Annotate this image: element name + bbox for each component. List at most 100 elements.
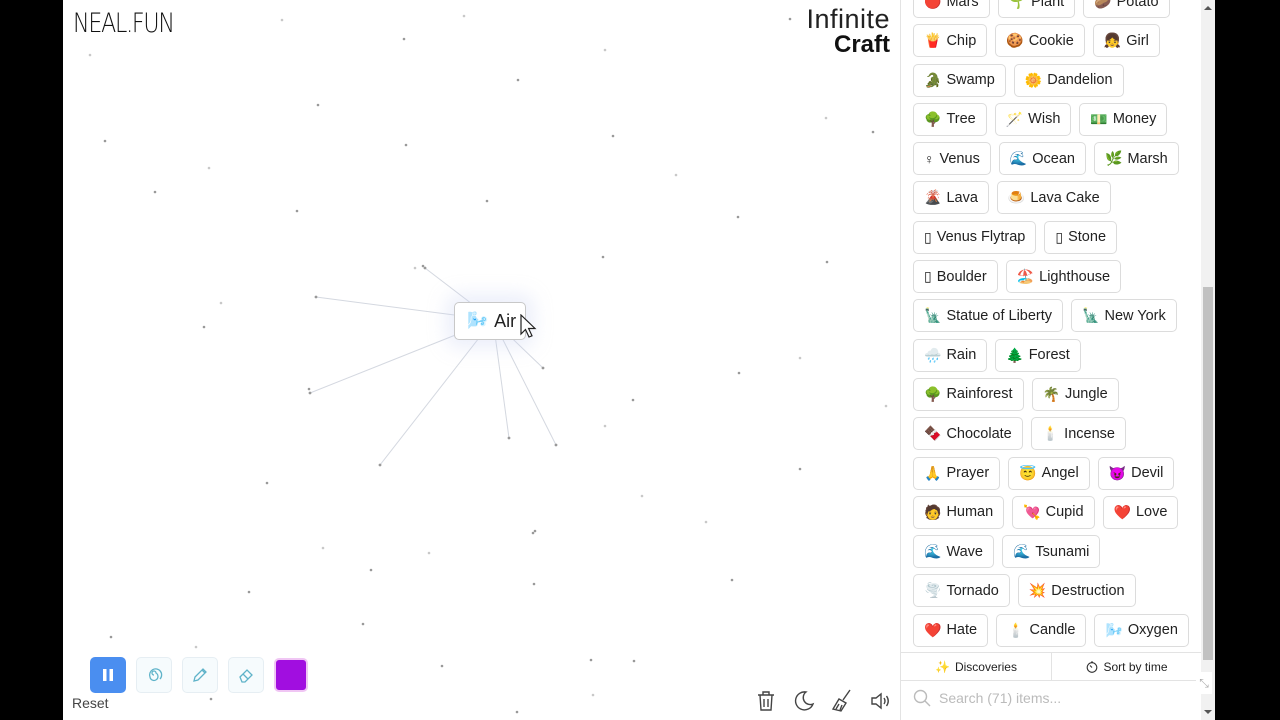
particle-dot (589, 658, 593, 662)
sidebar-item-lava[interactable]: 🌋 Lava (913, 181, 989, 215)
sort-label: Sort by time (1103, 659, 1168, 674)
sort-by-time-button[interactable]: Sort by time (1051, 653, 1201, 680)
sidebar-item-jungle[interactable]: 🌴 Jungle (1031, 377, 1119, 411)
sidebar-item-new-york[interactable]: 🗽 New York (1071, 299, 1177, 333)
scroll-up-arrow-icon[interactable] (1204, 6, 1212, 10)
sidebar-item-marsh[interactable]: 🌿 Marsh (1094, 142, 1179, 176)
sidebar-item-tornado[interactable]: 🌪️ Tornado (913, 574, 1010, 608)
sidebar-item-statue-of-liberty[interactable]: 🗽 Statue of Liberty (913, 299, 1064, 333)
item-emoji-icon: 🍪 (1006, 32, 1024, 49)
sidebar-item-lighthouse[interactable]: 🏖️ Lighthouse (1005, 260, 1122, 294)
pause-button[interactable] (90, 657, 126, 693)
particle-dot (316, 103, 320, 107)
item-emoji-icon: 😈 (1108, 464, 1127, 481)
item-label: Tsunami (1035, 543, 1090, 560)
item-emoji-icon: ❤️ (1113, 503, 1131, 520)
sidebar-item-tree[interactable]: 🌳 Tree (913, 102, 987, 136)
sidebar-item-dandelion[interactable]: 🌼 Dandelion (1013, 63, 1124, 97)
particle-dot (825, 260, 829, 264)
sidebar-item-girl[interactable]: 👧 Girl (1092, 24, 1160, 58)
item-label: Wish (1028, 111, 1061, 128)
sidebar-item-cupid[interactable]: 💘 Cupid (1012, 495, 1095, 529)
particle-dot (631, 398, 635, 402)
sidebar-item-love[interactable]: ❤️ Love (1102, 495, 1179, 529)
sidebar-item-money[interactable]: 💵 Money (1079, 102, 1168, 136)
sidebar-item-hate[interactable]: ❤️ Hate (913, 613, 989, 647)
sidebar-item-mars[interactable]: 🔴 Mars (913, 0, 990, 18)
reset-button[interactable]: Reset (72, 695, 109, 711)
discoveries-button[interactable]: ✨ Discoveries (901, 653, 1051, 680)
sidebar-item-rainforest[interactable]: 🌳 Rainforest (913, 377, 1024, 411)
sidebar-item-lava-cake[interactable]: 🍮 Lava Cake (996, 181, 1111, 215)
item-emoji-icon: ▯ (924, 268, 932, 285)
sidebar-item-angel[interactable]: 😇 Angel (1008, 456, 1090, 490)
broom-icon (831, 689, 851, 712)
pencil-tool-button[interactable] (182, 657, 218, 693)
particle-dot (109, 635, 113, 639)
sound-button[interactable] (869, 688, 891, 714)
sidebar-item-venus-flytrap[interactable]: ▯ Venus Flytrap (913, 220, 1037, 254)
scrollbar-thumb[interactable] (1203, 287, 1213, 660)
dark-mode-button[interactable] (793, 688, 815, 714)
bottom-toolbar (90, 657, 308, 693)
sidebar-scrollbar[interactable] (1201, 0, 1215, 720)
sidebar-item-incense[interactable]: 🕯️ Incense (1030, 417, 1126, 451)
particle-dot (378, 463, 382, 467)
clear-button[interactable] (831, 688, 853, 714)
particle-dot (704, 520, 708, 524)
search-input[interactable] (939, 690, 1179, 706)
sidebar-item-boulder[interactable]: ▯ Boulder (913, 260, 998, 294)
sidebar-item-human[interactable]: 🧑 Human (913, 495, 1005, 529)
sidebar-item-tsunami[interactable]: 🌊 Tsunami (1001, 535, 1101, 569)
sidebar-item-swamp[interactable]: 🐊 Swamp (913, 63, 1006, 97)
sidebar-item-cookie[interactable]: 🍪 Cookie (995, 24, 1085, 58)
sidebar-item-chocolate[interactable]: 🍫 Chocolate (913, 417, 1023, 451)
item-label: Lava Cake (1030, 189, 1100, 206)
neal-fun-logo[interactable]: NEAL.FUN (73, 8, 175, 39)
search-icon (913, 689, 931, 707)
item-label: Oxygen (1127, 622, 1178, 639)
sidebar-item-potato[interactable]: 🥔 Potato (1083, 0, 1170, 18)
eraser-tool-button[interactable] (228, 657, 264, 693)
particle-dot (736, 215, 740, 219)
item-emoji-icon: 🍮 (1007, 189, 1026, 206)
item-emoji-icon: 🏖️ (1016, 268, 1035, 285)
sidebar-tabs: ✨ Discoveries Sort by time (901, 653, 1201, 681)
particle-dot (507, 436, 511, 440)
item-label: Hate (946, 622, 978, 639)
sidebar-item-chip[interactable]: 🍟 Chip (913, 24, 988, 58)
item-label: Devil (1131, 465, 1164, 482)
trash-icon (758, 691, 774, 711)
sidebar-item-ocean[interactable]: 🌊 Ocean (998, 142, 1086, 176)
sidebar-item-wish[interactable]: 🪄 Wish (994, 102, 1072, 136)
sidebar-item-devil[interactable]: 😈 Devil (1097, 456, 1175, 490)
color-picker-button[interactable] (274, 658, 308, 692)
sidebar-item-wave[interactable]: 🌊 Wave (913, 535, 994, 569)
canvas-element-air[interactable]: 🌬️ Air (454, 302, 527, 340)
trash-button[interactable] (755, 688, 777, 714)
sidebar-item-candle[interactable]: 🕯️ Candle (996, 613, 1087, 647)
item-emoji-icon: 🌊 (924, 543, 942, 560)
particle-dot (308, 391, 312, 395)
item-label: Statue of Liberty (946, 307, 1053, 324)
sidebar-item-venus[interactable]: ♀ Venus (913, 142, 991, 176)
eraser-icon (239, 669, 253, 683)
scroll-down-arrow-icon[interactable] (1204, 710, 1212, 714)
item-label: Lighthouse (1039, 268, 1111, 285)
sidebar-item-oxygen[interactable]: 🌬️ Oxygen (1094, 613, 1189, 647)
spiral-tool-button[interactable] (136, 657, 172, 693)
sidebar-item-prayer[interactable]: 🙏 Prayer (913, 456, 1001, 490)
item-emoji-icon: 🌱 (1008, 0, 1027, 9)
sidebar-item-forest[interactable]: 🌲 Forest (995, 338, 1081, 372)
sidebar-resize-icon[interactable]: ⤡ (1196, 672, 1212, 694)
items-sidebar: 🔴 Mars 🌱 Plant 🥔 Potato 🍟 Chip 🍪 Cookie 👧 Girl 🐊 Swam… (900, 0, 1201, 720)
item-emoji-icon: 🌴 (1042, 385, 1060, 402)
discoveries-label: Discoveries (954, 659, 1017, 674)
crafting-canvas[interactable]: NEAL.FUN Infinite Craft 🌬️ Air Reset (63, 0, 900, 720)
sidebar-item-stone[interactable]: ▯ Stone (1044, 220, 1118, 254)
sidebar-item-destruction[interactable]: 💥 Destruction (1017, 574, 1136, 608)
particle-dot (103, 139, 107, 143)
particle-link (379, 319, 494, 466)
sidebar-item-rain[interactable]: 🌧️ Rain (913, 338, 988, 372)
sidebar-item-plant[interactable]: 🌱 Plant (997, 0, 1076, 18)
